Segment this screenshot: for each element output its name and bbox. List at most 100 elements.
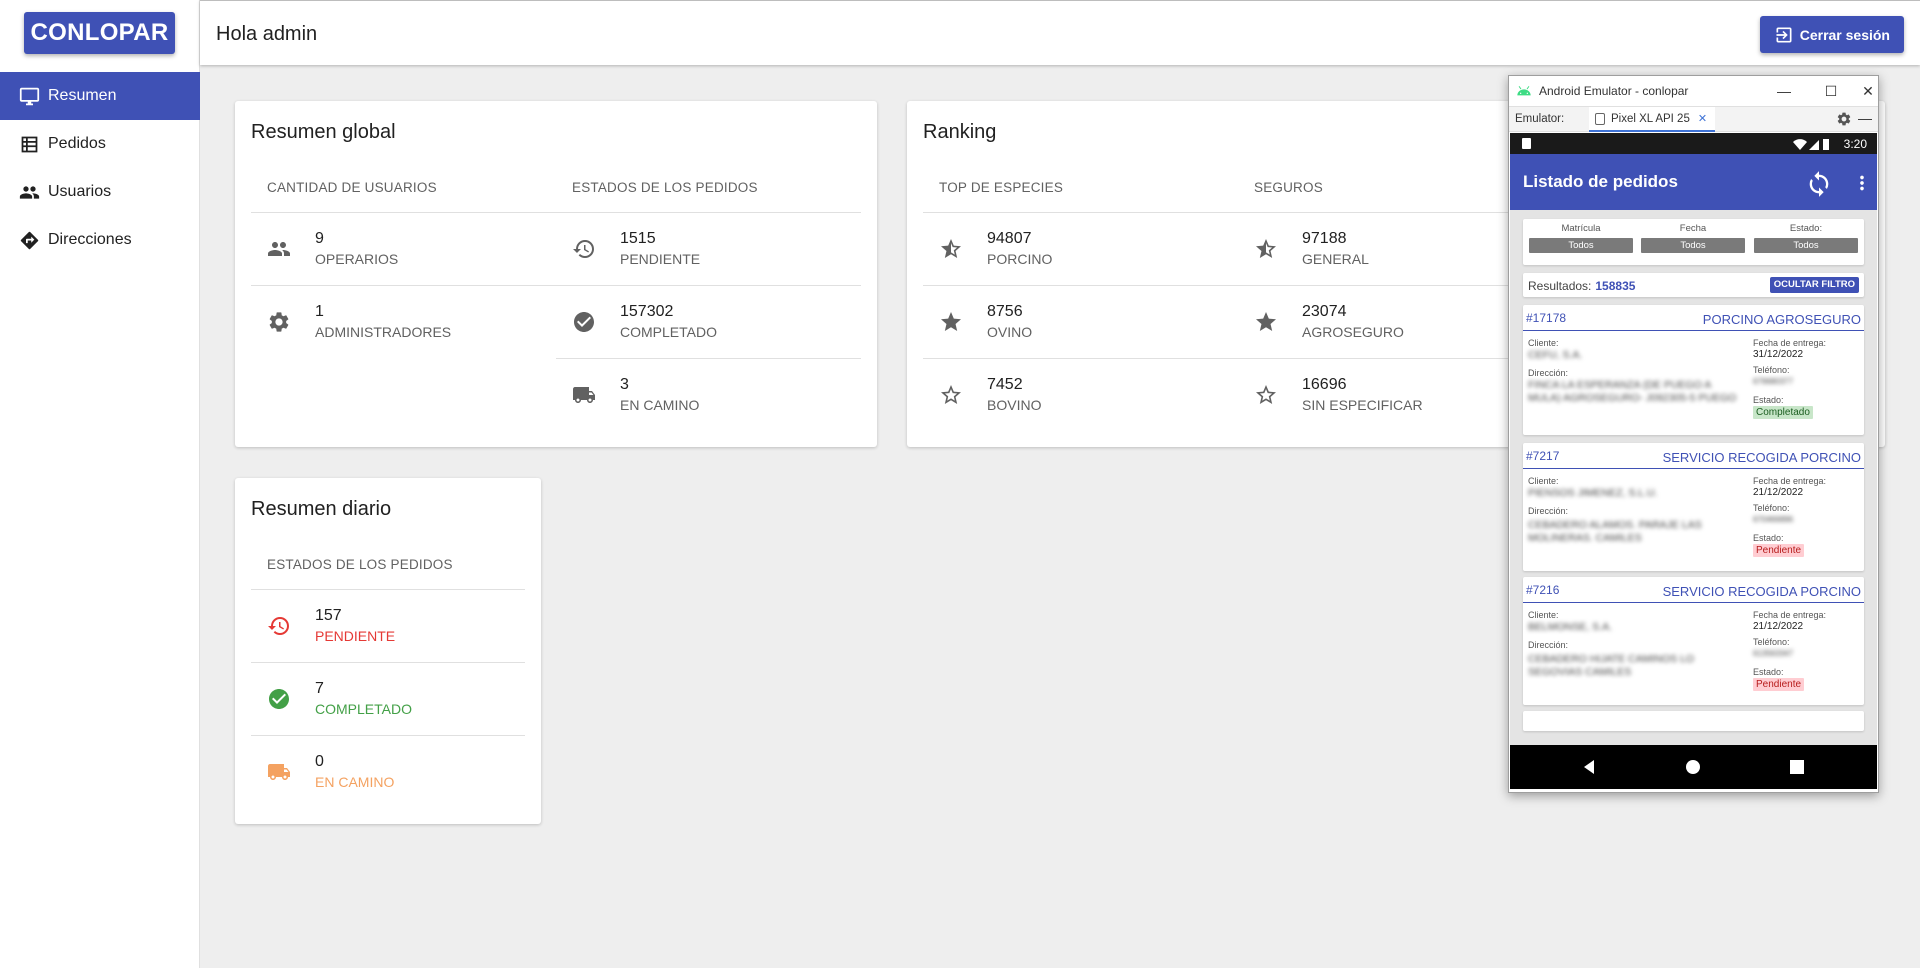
filter-panel: Matrícula Todos Fecha Todos Estado: Todo… — [1523, 219, 1864, 265]
monitor-icon — [18, 85, 40, 107]
ranking-value: 8756 — [987, 303, 1023, 320]
sidebar-item-pedidos[interactable]: Pedidos — [0, 120, 200, 168]
daily-summary-card: Resumen diario ESTADOS DE LOS PEDIDOS 15… — [235, 478, 541, 824]
logout-button[interactable]: Cerrar sesión — [1759, 16, 1904, 53]
list-icon — [18, 133, 40, 155]
client-value: CEFU, S.A. — [1528, 349, 1583, 361]
hide-filter-button[interactable]: OCULTAR FILTRO — [1769, 277, 1859, 293]
sync-icon[interactable] — [1805, 170, 1833, 198]
recents-icon[interactable] — [1788, 758, 1806, 776]
filter-fecha-button[interactable]: Todos — [1641, 238, 1745, 253]
address-label: Dirección: — [1528, 640, 1569, 650]
more-vertical-icon[interactable] — [1851, 170, 1871, 196]
card-title: Resumen global — [251, 121, 396, 143]
order-header: #17178 PORCINO AGROSEGURO — [1523, 305, 1864, 331]
filter-label: Fecha — [1679, 223, 1707, 234]
logout-label: Cerrar sesión — [1799, 26, 1890, 43]
stat-row: 3 EN CAMINO — [556, 358, 861, 431]
client-label: Cliente: — [1528, 476, 1559, 486]
check-circle-icon — [267, 687, 291, 711]
phone-screen: 3:20 Listado de pedidos Matrícula Todos … — [1510, 133, 1877, 789]
ranking-value: 23074 — [1302, 303, 1347, 320]
truck-icon — [267, 760, 291, 784]
order-header: #7216 SERVICIO RECOGIDA PORCINO — [1523, 577, 1864, 603]
delivery-date: 21/12/2022 — [1753, 487, 1804, 498]
ranking-row: 8756 OVINO — [923, 285, 1238, 358]
stat-label: EN CAMINO — [315, 774, 395, 790]
stat-label: ADMINISTRADORES — [315, 324, 452, 340]
sidebar-item-resumen[interactable]: Resumen — [0, 72, 200, 120]
device-tab[interactable]: Pixel XL API 25 ✕ — [1589, 107, 1716, 132]
android-icon — [1517, 86, 1531, 96]
sidebar: CONLOPAR Resumen Pedidos Usuarios Direcc… — [0, 0, 200, 968]
stat-value: 9 — [315, 230, 324, 247]
greeting: Hola admin — [216, 23, 318, 45]
filter-estado: Estado: Todos — [1754, 223, 1858, 253]
sidebar-item-direcciones[interactable]: Direcciones — [0, 216, 200, 264]
emulator-toolbar: Emulator: Pixel XL API 25 ✕ — — [1509, 106, 1878, 132]
check-circle-icon — [572, 310, 596, 334]
gear-icon[interactable] — [1836, 111, 1852, 127]
ranking-value: 94807 — [987, 230, 1032, 247]
app-logo[interactable]: CONLOPAR — [24, 12, 175, 54]
ranking-row: 94807 PORCINO — [923, 212, 1238, 285]
star-icon — [1254, 310, 1278, 334]
status-badge: Pendiente — [1753, 544, 1805, 557]
phone-value: 679680377 — [1753, 377, 1794, 386]
order-card[interactable]: #7216 SERVICIO RECOGIDA PORCINO Cliente:… — [1523, 577, 1864, 705]
gear-icon — [267, 310, 291, 334]
stat-row: 9 OPERARIOS — [251, 212, 556, 285]
minimize-panel-icon[interactable]: — — [1858, 110, 1872, 126]
close-tab-icon[interactable]: ✕ — [1698, 112, 1707, 125]
phone-label: Teléfono: — [1753, 637, 1790, 647]
sidebar-item-usuarios[interactable]: Usuarios — [0, 168, 200, 216]
column-header: SEGUROS — [1254, 180, 1323, 195]
history-icon — [267, 614, 291, 638]
filter-label: Matrícula — [1561, 223, 1601, 234]
close-icon[interactable]: ✕ — [1858, 81, 1878, 101]
android-nav-bar — [1510, 745, 1877, 789]
stat-value: 1 — [315, 303, 324, 320]
minimize-icon[interactable]: — — [1774, 81, 1794, 101]
order-card[interactable]: #7217 SERVICIO RECOGIDA PORCINO Cliente:… — [1523, 443, 1864, 571]
sidebar-item-label: Direcciones — [48, 231, 132, 248]
order-type: SERVICIO RECOGIDA PORCINO — [1662, 450, 1861, 465]
order-type: SERVICIO RECOGIDA PORCINO — [1662, 584, 1861, 599]
maximize-icon[interactable]: ☐ — [1821, 81, 1841, 101]
star-outline-icon — [1254, 383, 1278, 407]
phone-icon — [1595, 112, 1605, 125]
order-card-partial[interactable] — [1523, 711, 1864, 731]
stat-row: 157302 COMPLETADO — [556, 285, 861, 358]
stat-row: 1 ADMINISTRADORES — [251, 285, 556, 358]
status-badge: Completado — [1753, 406, 1813, 419]
truck-icon — [572, 383, 596, 407]
address-label: Dirección: — [1528, 506, 1569, 516]
stat-label: PENDIENTE — [620, 251, 701, 267]
filter-estado-button[interactable]: Todos — [1754, 238, 1858, 253]
daily-row-en-camino: 0 EN CAMINO — [251, 735, 525, 808]
signal-battery-icon — [1793, 139, 1829, 150]
date-label: Fecha de entrega: — [1753, 338, 1827, 348]
ranking-row: 7452 BOVINO — [923, 358, 1238, 431]
ranking-label: OVINO — [987, 324, 1033, 340]
order-id: #7216 — [1526, 583, 1560, 597]
order-card[interactable]: #17178 PORCINO AGROSEGURO Cliente: CEFU,… — [1523, 305, 1864, 435]
state-label: Estado: — [1753, 395, 1784, 405]
delivery-date: 31/12/2022 — [1753, 349, 1804, 360]
address-label: Dirección: — [1528, 368, 1569, 378]
ranking-label: GENERAL — [1302, 251, 1369, 267]
home-icon[interactable] — [1684, 758, 1702, 776]
sidebar-item-label: Pedidos — [48, 135, 106, 152]
column-header: ESTADOS DE LOS PEDIDOS — [267, 557, 453, 572]
history-icon — [572, 237, 596, 261]
people-icon — [267, 237, 291, 261]
filter-matricula-button[interactable]: Todos — [1529, 238, 1633, 253]
filter-matricula: Matrícula Todos — [1529, 223, 1633, 253]
emulator-title-bar[interactable]: Android Emulator - conlopar — ☐ ✕ — [1509, 76, 1878, 106]
back-icon[interactable] — [1580, 758, 1598, 776]
phone-app-bar: Listado de pedidos — [1510, 154, 1877, 210]
filter-label: Estado: — [1789, 223, 1823, 234]
results-label: Resultados: 158835 — [1528, 279, 1635, 293]
ranking-value: 7452 — [987, 376, 1023, 393]
stat-label: COMPLETADO — [620, 324, 717, 340]
